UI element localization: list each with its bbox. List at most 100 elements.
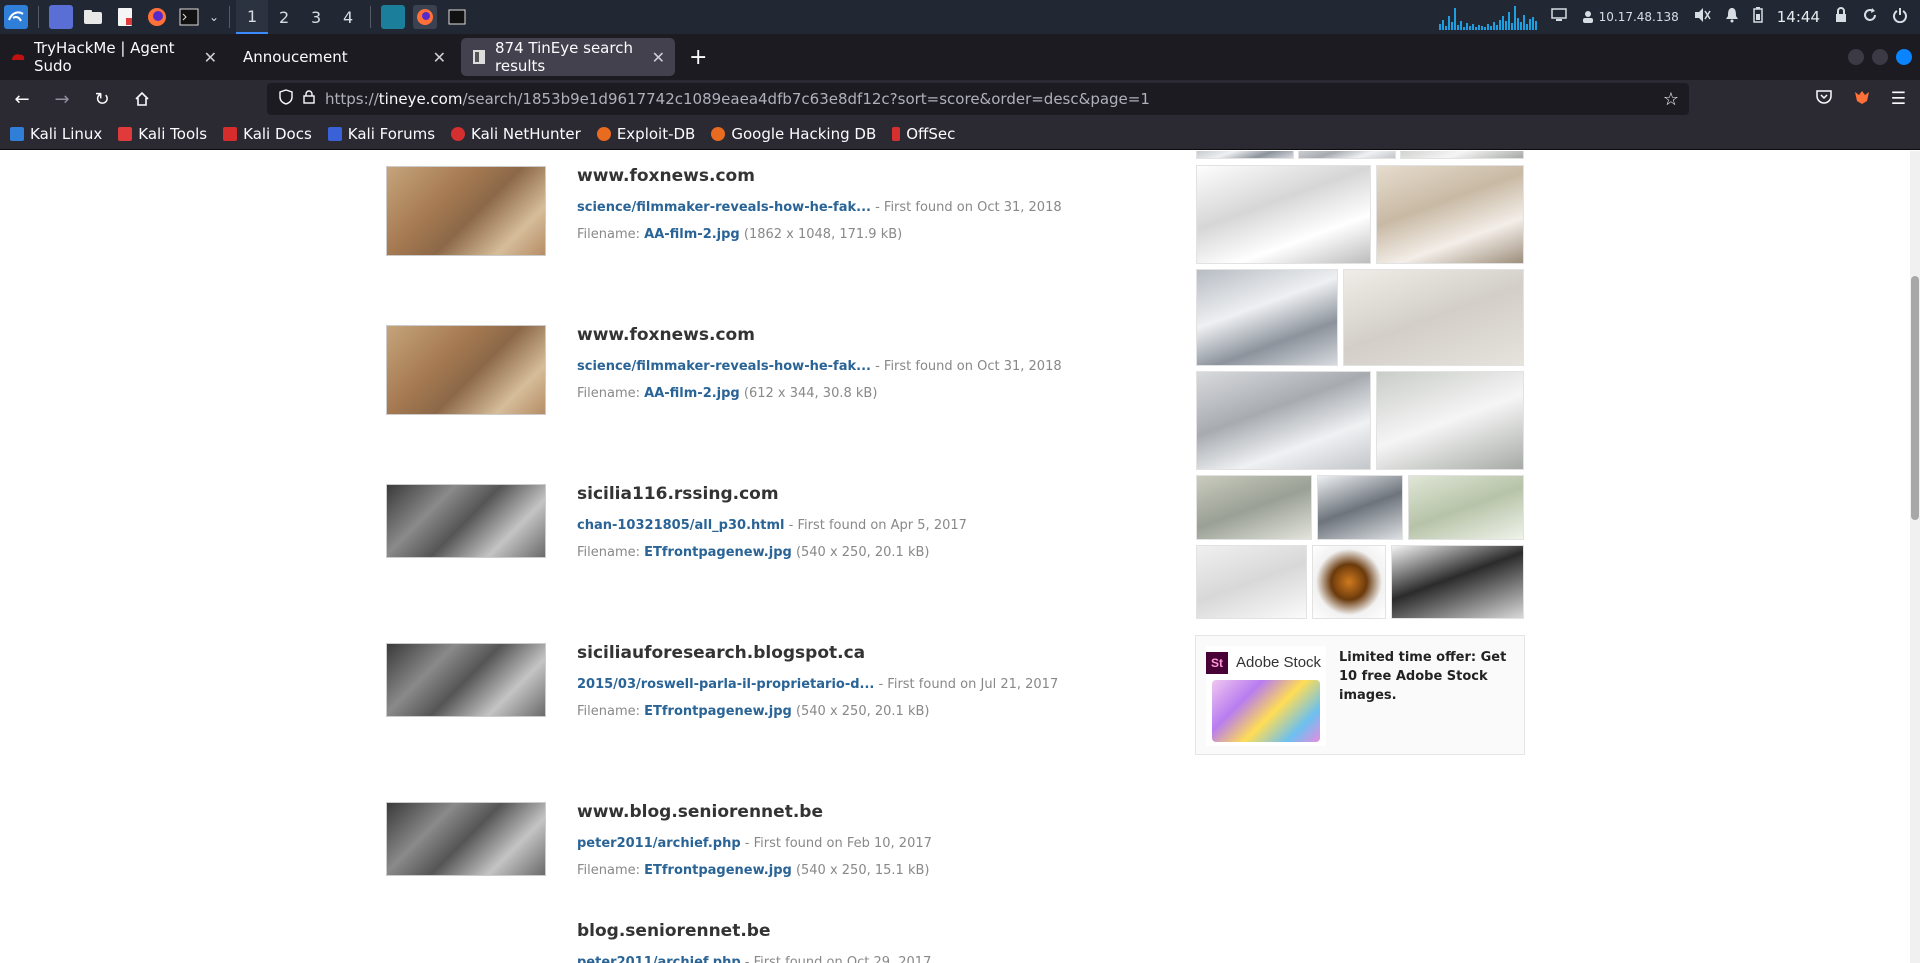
close-tab-icon[interactable]: ✕ [433, 48, 446, 67]
bookmark-kali-docs[interactable]: Kali Docs [223, 125, 312, 143]
mute-icon[interactable] [1693, 7, 1711, 27]
workspace-2[interactable]: 2 [268, 0, 300, 34]
result-page-line: 2015/03/roswell-parla-il-proprietario-d.… [577, 677, 1058, 692]
back-arrow-icon[interactable]: ← [4, 83, 40, 115]
result-domain[interactable]: www.foxnews.com [577, 166, 1062, 186]
result-page-link[interactable]: peter2011/archief.php [577, 955, 741, 963]
related-image[interactable] [1400, 151, 1524, 159]
padlock-icon[interactable] [303, 90, 315, 108]
filename-link[interactable]: ETfrontpagenew.jpg [644, 704, 792, 719]
display-icon[interactable] [1550, 8, 1567, 26]
minimize-window-button[interactable] [1848, 49, 1864, 65]
bookmark-kali-linux[interactable]: Kali Linux [10, 125, 102, 143]
tab-tineye-results[interactable]: 874 TinEye search results ✕ [461, 38, 675, 76]
result-page-link[interactable]: chan-10321805/all_p30.html [577, 518, 785, 533]
close-tab-icon[interactable]: ✕ [204, 48, 217, 67]
maximize-window-button[interactable] [1872, 49, 1888, 65]
page-scrollbar[interactable] [1910, 151, 1920, 963]
workspace-3[interactable]: 3 [300, 0, 332, 34]
lock-icon[interactable] [1834, 7, 1848, 27]
workspace-1[interactable]: 1 [236, 0, 269, 34]
adobe-stock-ad[interactable]: St Adobe Stock Limited time offer: Get 1… [1195, 635, 1525, 755]
related-image[interactable] [1376, 371, 1524, 470]
terminal-window-icon[interactable] [445, 5, 469, 29]
scrollbar-thumb[interactable] [1911, 276, 1919, 520]
related-image[interactable] [1298, 151, 1396, 159]
result-page-link[interactable]: 2015/03/roswell-parla-il-proprietario-d.… [577, 677, 874, 692]
bookmark-kali-nethunter[interactable]: Kali NetHunter [451, 125, 581, 143]
extension-fox-icon[interactable] [1853, 88, 1871, 111]
clock[interactable]: 14:44 [1777, 8, 1820, 26]
related-image[interactable] [1196, 165, 1371, 264]
shield-icon[interactable] [279, 89, 293, 109]
new-tab-plus-icon[interactable]: + [689, 45, 707, 70]
ad-image[interactable]: St Adobe Stock [1206, 646, 1326, 746]
related-image[interactable] [1312, 545, 1386, 619]
result-thumbnail[interactable] [386, 325, 546, 415]
kali-menu-icon[interactable] [4, 5, 28, 29]
related-image[interactable] [1391, 545, 1524, 619]
result-thumbnail[interactable] [386, 643, 546, 717]
result-page-link[interactable]: science/filmmaker-reveals-how-he-fak... [577, 359, 871, 374]
related-image[interactable] [1343, 269, 1524, 366]
bookmark-exploit-db[interactable]: Exploit-DB [596, 125, 695, 143]
refresh-session-icon[interactable] [1862, 7, 1878, 27]
related-image[interactable] [1196, 269, 1338, 366]
bookmark-kali-forums[interactable]: Kali Forums [327, 125, 435, 143]
result-domain[interactable]: www.foxnews.com [577, 325, 1062, 345]
file-info: (540 x 250, 15.1 kB) [791, 863, 930, 878]
cpu-graph [1438, 4, 1537, 30]
related-image[interactable] [1376, 165, 1524, 264]
power-icon[interactable] [1892, 7, 1908, 27]
tab-tryhackme[interactable]: TryHackMe | Agent Sudo ✕ [0, 38, 227, 76]
related-image[interactable] [1408, 475, 1524, 540]
firefox-window-icon[interactable] [413, 5, 438, 29]
bookmark-star-icon[interactable]: ☆ [1663, 89, 1679, 110]
result-page-link[interactable]: peter2011/archief.php [577, 836, 741, 851]
related-image[interactable] [1196, 371, 1371, 470]
ad-offer-text[interactable]: Limited time offer: Get 10 free Adobe St… [1339, 648, 1519, 705]
close-window-button[interactable] [1896, 49, 1912, 65]
forward-arrow-icon[interactable]: → [44, 83, 80, 115]
filename-link[interactable]: ETfrontpagenew.jpg [644, 863, 792, 878]
result-domain[interactable]: blog.seniorennet.be [577, 921, 931, 941]
network-indicator[interactable]: 10.17.48.138 [1581, 10, 1679, 24]
result-thumbnail[interactable] [386, 802, 546, 876]
battery-icon[interactable] [1753, 7, 1763, 27]
workspace-4[interactable]: 4 [332, 0, 364, 34]
result-domain[interactable]: www.blog.seniorennet.be [577, 802, 932, 822]
filename-link[interactable]: AA-film-2.jpg [644, 227, 740, 242]
hamburger-menu-icon[interactable]: ☰ [1891, 89, 1906, 109]
related-image[interactable] [1317, 475, 1403, 540]
home-icon[interactable] [124, 83, 160, 115]
close-tab-icon[interactable]: ✕ [652, 48, 665, 67]
filename-link[interactable]: ETfrontpagenew.jpg [644, 545, 792, 560]
filename-link[interactable]: AA-film-2.jpg [644, 386, 740, 401]
result-thumbnail[interactable] [386, 484, 546, 558]
result-domain[interactable]: siciliauforesearch.blogspot.ca [577, 643, 1058, 663]
bookmark-offsec[interactable]: OffSec [892, 125, 955, 143]
tab-annoucement[interactable]: Annoucement ✕ [231, 38, 456, 76]
terminal-icon[interactable] [177, 5, 201, 29]
result-page-link[interactable]: science/filmmaker-reveals-how-he-fak... [577, 200, 871, 215]
tab-label: Annoucement [243, 48, 348, 66]
text-editor-icon[interactable] [113, 5, 137, 29]
related-image[interactable] [1196, 151, 1294, 159]
related-image[interactable] [1196, 475, 1312, 540]
bookmark-google-hacking-db[interactable]: Google Hacking DB [711, 125, 876, 143]
bookmark-label: OffSec [906, 124, 956, 143]
bookmark-kali-tools[interactable]: Kali Tools [118, 125, 207, 143]
reload-icon[interactable]: ↻ [84, 83, 120, 115]
chevron-down-icon[interactable]: ⌄ [209, 10, 219, 24]
firefox-icon[interactable] [145, 5, 169, 29]
ad-brand-name: Adobe Stock [1236, 654, 1322, 671]
pocket-icon[interactable] [1815, 89, 1833, 110]
show-desktop-icon[interactable] [49, 5, 73, 29]
app-window-icon[interactable] [381, 5, 406, 29]
result-domain[interactable]: sicilia116.rssing.com [577, 484, 967, 504]
notification-bell-icon[interactable] [1725, 7, 1739, 27]
file-manager-icon[interactable] [81, 5, 105, 29]
url-bar[interactable]: https://tineye.com/search/1853b9e1d96177… [267, 83, 1689, 115]
related-image[interactable] [1196, 545, 1307, 619]
result-thumbnail[interactable] [386, 166, 546, 256]
